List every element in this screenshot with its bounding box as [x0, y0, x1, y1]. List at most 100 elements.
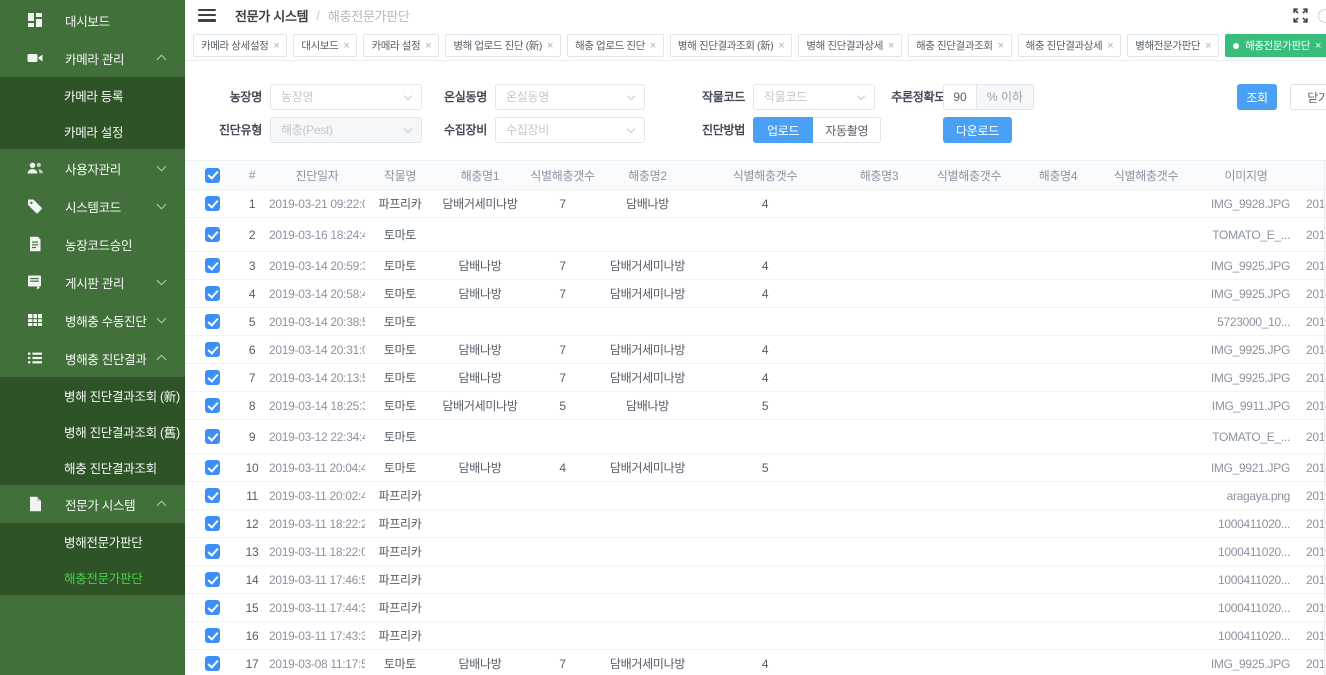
tab-active[interactable]: 해충전문가판단×	[1225, 34, 1326, 57]
tab-close-icon[interactable]: ×	[1107, 40, 1113, 52]
sidebar-subitem[interactable]: 병해 진단결과조회 (新)	[0, 377, 185, 413]
tab-close-icon[interactable]: ×	[425, 40, 431, 52]
cell-date: 2019-03-14 20:59:38	[269, 259, 365, 273]
tab[interactable]: 해충 진단결과조회×	[908, 34, 1012, 57]
table-row[interactable]: 42019-03-14 20:58:46토마토담배나방7담배거세미나방4IMG_…	[185, 280, 1326, 308]
cell-p1: 담배거세미나방	[435, 195, 525, 212]
tab[interactable]: 대시보드×	[293, 34, 357, 57]
cell-crop: 파프리카	[365, 543, 435, 560]
table-row[interactable]: 22019-03-16 18:24:43토마토TOMATO_E_...2019	[185, 218, 1326, 252]
tab[interactable]: 카메라 상세설정×	[193, 34, 287, 57]
tab[interactable]: 카메라 설정×	[363, 34, 439, 57]
tab[interactable]: 병해 진단결과상세×	[798, 34, 902, 57]
table-row[interactable]: 62019-03-14 20:31:03토마토담배나방7담배거세미나방4IMG_…	[185, 336, 1326, 364]
download-button[interactable]: 다운로드	[943, 117, 1012, 143]
row-checkbox[interactable]	[205, 314, 220, 329]
row-checkbox[interactable]	[205, 342, 220, 357]
search-button[interactable]: 조회	[1237, 84, 1277, 110]
row-checkbox[interactable]	[205, 628, 220, 643]
tab[interactable]: 병해 업로드 진단 (新) ×	[445, 34, 561, 57]
sidebar-subitem[interactable]: 카메라 등록	[0, 77, 185, 113]
sidebar-item[interactable]: 대시보드	[0, 1, 185, 39]
tab-close-icon[interactable]: ×	[1315, 40, 1321, 52]
device-select[interactable]: 수집장비	[495, 117, 645, 143]
sidebar-subitem[interactable]: 병해 진단결과조회 (舊)	[0, 413, 185, 449]
cell-n: 6	[235, 343, 269, 357]
close-button[interactable]: 닫기	[1290, 84, 1326, 110]
table-row[interactable]: 82019-03-14 18:25:32토마토담배거세미나방5담배나방5IMG_…	[185, 392, 1326, 420]
row-checkbox[interactable]	[205, 544, 220, 559]
tab-close-icon[interactable]: ×	[888, 40, 894, 52]
list-icon	[27, 350, 44, 366]
row-checkbox-cell	[185, 460, 235, 475]
sidebar-item[interactable]: 농장코드승인	[0, 225, 185, 263]
tab-close-icon[interactable]: ×	[1205, 40, 1211, 52]
row-checkbox-cell	[185, 544, 235, 559]
table-row[interactable]: 12019-03-21 09:22:00파프리카담배거세미나방7담배나방4IMG…	[185, 190, 1326, 218]
sidebar-item[interactable]: 시스템코드	[0, 187, 185, 225]
row-checkbox[interactable]	[205, 600, 220, 615]
cell-n: 8	[235, 399, 269, 413]
row-checkbox[interactable]	[205, 516, 220, 531]
sidebar-item[interactable]: 전문가 시스템	[0, 485, 185, 523]
row-checkbox[interactable]	[205, 572, 220, 587]
table-row[interactable]: 132019-03-11 18:22:03파프리카1000411020...20…	[185, 538, 1326, 566]
sidebar-item[interactable]: 병해충 수동진단	[0, 301, 185, 339]
table-row[interactable]: 112019-03-11 20:02:41파프리카aragaya.png2019	[185, 482, 1326, 510]
row-checkbox[interactable]	[205, 398, 220, 413]
cell-extra: 2018	[1301, 399, 1326, 413]
breadcrumb-root[interactable]: 전문가 시스템	[235, 6, 308, 25]
crop-code-label: 작물코드	[655, 84, 745, 110]
sidebar-item[interactable]: 카메라 관리	[0, 39, 185, 77]
tab-close-icon[interactable]: ×	[650, 40, 656, 52]
table-row[interactable]: 152019-03-11 17:44:33파프리카1000411020...20…	[185, 594, 1326, 622]
user-avatar-icon[interactable]	[1318, 9, 1326, 23]
row-checkbox[interactable]	[205, 656, 220, 671]
table-row[interactable]: 72019-03-14 20:13:53토마토담배나방7담배거세미나방4IMG_…	[185, 364, 1326, 392]
tab-close-icon[interactable]: ×	[273, 40, 279, 52]
row-checkbox[interactable]	[205, 227, 220, 242]
row-checkbox[interactable]	[205, 429, 220, 444]
row-checkbox[interactable]	[205, 258, 220, 273]
sidebar-subitem-label: 병해 진단결과조회 (新)	[64, 386, 180, 405]
column-header: 해충명2	[600, 167, 695, 184]
tab[interactable]: 병해전문가판단×	[1127, 34, 1219, 57]
table-row[interactable]: 142019-03-11 17:46:58파프리카1000411020...20…	[185, 566, 1326, 594]
hamburger-menu-icon[interactable]	[198, 9, 216, 22]
sidebar-item[interactable]: 병해충 진단결과	[0, 339, 185, 377]
row-checkbox-cell	[185, 398, 235, 413]
tab[interactable]: 해충 진단결과상세×	[1018, 34, 1122, 57]
tab-label: 병해 업로드 진단 (新)	[453, 38, 542, 53]
sidebar-subitem[interactable]: 병해전문가판단	[0, 523, 185, 559]
row-checkbox[interactable]	[205, 488, 220, 503]
greenhouse-select[interactable]: 온실동명	[495, 84, 645, 110]
sidebar-subitem[interactable]: 카메라 설정	[0, 113, 185, 149]
sidebar-subitem[interactable]: 해충 진단결과조회	[0, 449, 185, 485]
tab[interactable]: 해충 업로드 진단×	[567, 34, 664, 57]
tab-close-icon[interactable]: ×	[778, 40, 784, 52]
sidebar-subitem-active[interactable]: 해충전문가판단	[0, 559, 185, 595]
tab-close-icon[interactable]: ×	[343, 40, 349, 52]
table-row[interactable]: 162019-03-11 17:43:34파프리카1000411020...20…	[185, 622, 1326, 650]
tab[interactable]: 병해 진단결과조회 (新)×	[670, 34, 792, 57]
select-all-checkbox[interactable]	[205, 168, 220, 183]
dashboard-icon	[27, 12, 44, 28]
table-row[interactable]: 172019-03-08 11:17:59토마토담배나방7담배거세미나방4IMG…	[185, 650, 1326, 675]
row-checkbox[interactable]	[205, 370, 220, 385]
table-row[interactable]: 52019-03-14 20:38:56토마토5723000_10...2019	[185, 308, 1326, 336]
fullscreen-icon[interactable]	[1293, 8, 1308, 23]
method-upload-button[interactable]: 업로드	[753, 117, 813, 143]
table-row[interactable]: 32019-03-14 20:59:38토마토담배나방7담배거세미나방4IMG_…	[185, 252, 1326, 280]
table-row[interactable]: 92019-03-12 22:34:44토마토TOMATO_E_...2019	[185, 420, 1326, 454]
row-checkbox[interactable]	[205, 196, 220, 211]
table-row[interactable]: 122019-03-11 18:22:20파프리카1000411020...20…	[185, 510, 1326, 538]
method-auto-button[interactable]: 자동촬영	[813, 117, 881, 143]
tab-close-icon[interactable]: ×	[998, 40, 1004, 52]
row-checkbox[interactable]	[205, 286, 220, 301]
row-checkbox[interactable]	[205, 460, 220, 475]
accuracy-input[interactable]	[943, 84, 977, 110]
sidebar-item[interactable]: 게시판 관리	[0, 263, 185, 301]
table-row[interactable]: 102019-03-11 20:04:40토마토담배나방4담배거세미나방5IMG…	[185, 454, 1326, 482]
sidebar-item[interactable]: 사용자관리	[0, 149, 185, 187]
tab-close-icon[interactable]: ×	[547, 40, 553, 52]
